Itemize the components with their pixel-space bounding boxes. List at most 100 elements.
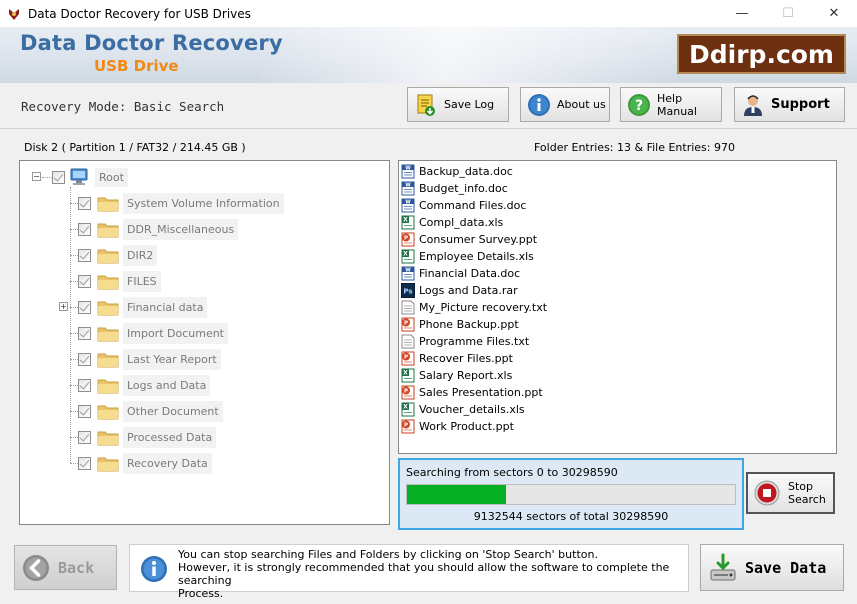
folder-label: Processed Data: [123, 426, 217, 448]
file-list-item[interactable]: P Consumer Survey.ppt: [401, 231, 537, 248]
info-message-line1: You can stop searching Files and Folders…: [178, 548, 598, 561]
folder-checkbox[interactable]: [78, 248, 91, 262]
file-name: My_Picture recovery.txt: [419, 301, 548, 314]
folder-checkbox[interactable]: [78, 222, 91, 236]
save-data-label: Save Data: [745, 558, 827, 577]
folder-checkbox[interactable]: [78, 300, 91, 314]
file-list-item[interactable]: W Command Files.doc: [401, 197, 526, 214]
file-name: Logs and Data.rar: [419, 284, 518, 297]
stop-label-line1: Stop: [788, 480, 814, 493]
folder-checkbox[interactable]: [78, 378, 91, 392]
tree-folder-item[interactable]: Import Document: [78, 321, 228, 345]
ppt-file-icon: P: [401, 351, 415, 366]
folder-expand-toggle[interactable]: +: [59, 302, 68, 311]
folder-checkbox[interactable]: [78, 456, 91, 470]
doc-file-icon: W: [401, 266, 415, 281]
tree-folder-item[interactable]: DIR2: [78, 243, 158, 267]
file-name: Voucher_details.xls: [419, 403, 525, 416]
tree-folder-item[interactable]: Processed Data: [78, 425, 217, 449]
file-list-item[interactable]: Ps Logs and Data.rar: [401, 282, 518, 299]
save-log-label: Save Log: [444, 98, 495, 111]
file-list-item[interactable]: P Work Product.ppt: [401, 418, 514, 435]
file-list-item[interactable]: X Voucher_details.xls: [401, 401, 525, 418]
file-list-item[interactable]: X Salary Report.xls: [401, 367, 512, 384]
back-button[interactable]: Back: [14, 545, 117, 590]
info-message-line3: Process.: [178, 587, 224, 600]
info-message-line2: However, it is strongly recommended that…: [178, 561, 670, 587]
file-list-item[interactable]: My_Picture recovery.txt: [401, 299, 547, 316]
folder-icon: [97, 301, 119, 315]
file-list-item[interactable]: Programme Files.txt: [401, 333, 529, 350]
file-name: Salary Report.xls: [419, 369, 513, 382]
svg-text:P: P: [404, 355, 408, 361]
file-name: Work Product.ppt: [419, 420, 514, 433]
file-name: Consumer Survey.ppt: [419, 233, 538, 246]
tree-folder-item[interactable]: Last Year Report: [78, 347, 221, 371]
title-bar: Data Doctor Recovery for USB Drives — ☐ …: [0, 0, 857, 27]
folder-icon: [97, 431, 119, 445]
search-progress-fill: [407, 485, 506, 504]
svg-text:P: P: [404, 236, 408, 242]
doc-file-icon: W: [401, 198, 415, 213]
folder-checkbox[interactable]: [78, 274, 91, 288]
file-list-item[interactable]: W Backup_data.doc: [401, 163, 513, 180]
file-list-item[interactable]: P Sales Presentation.ppt: [401, 384, 543, 401]
back-arrow-icon: [23, 554, 49, 581]
folder-icon: [97, 457, 119, 471]
save-log-button[interactable]: Save Log: [407, 87, 509, 122]
about-us-button[interactable]: About us: [520, 87, 610, 122]
folder-checkbox[interactable]: [78, 196, 91, 210]
minimize-button[interactable]: —: [719, 0, 765, 27]
back-label: Back: [58, 558, 95, 577]
tree-folder-item[interactable]: System Volume Information: [78, 191, 284, 215]
file-name: Compl_data.xls: [419, 216, 504, 229]
tree-root[interactable]: Root: [52, 165, 128, 189]
file-list-item[interactable]: W Budget_info.doc: [401, 180, 508, 197]
header-banner: Data Doctor Recovery USB Drive Ddirp.com: [0, 27, 857, 83]
support-button[interactable]: Support: [734, 87, 845, 122]
file-name: Sales Presentation.ppt: [419, 386, 543, 399]
svg-text:X: X: [403, 251, 408, 258]
folder-checkbox[interactable]: [78, 326, 91, 340]
file-list[interactable]: W Backup_data.doc W Budget_info.doc W Command…: [398, 160, 837, 454]
tree-folder-item[interactable]: Recovery Data: [78, 451, 212, 475]
close-button[interactable]: ✕: [811, 0, 857, 27]
logo-text: Ddirp.com: [689, 39, 834, 69]
file-name: Recover Files.ppt: [419, 352, 513, 365]
svg-text:W: W: [405, 182, 411, 188]
folder-checkbox[interactable]: [78, 430, 91, 444]
folder-label: Recovery Data: [123, 452, 212, 474]
maximize-button[interactable]: ☐: [765, 0, 811, 27]
tree-folder-item[interactable]: Logs and Data: [78, 373, 211, 397]
root-checkbox[interactable]: [52, 170, 65, 184]
folder-tree[interactable]: − Root System Volume Information DDR_Misc…: [19, 160, 390, 525]
folder-icon: [97, 327, 119, 341]
search-progress-text: Searching from sectors 0 to 30298590: [406, 466, 618, 479]
folder-icon: [97, 275, 119, 289]
help-manual-button[interactable]: ? Help Manual: [620, 87, 722, 122]
tree-folder-item[interactable]: Financial data: [78, 295, 208, 319]
save-data-button[interactable]: Save Data: [700, 544, 844, 591]
tree-folder-item[interactable]: DDR_Miscellaneous: [78, 217, 239, 241]
folder-checkbox[interactable]: [78, 404, 91, 418]
svg-text:W: W: [405, 199, 411, 205]
help-manual-label: Help Manual: [657, 91, 697, 118]
file-list-item[interactable]: W Financial Data.doc: [401, 265, 520, 282]
folder-checkbox[interactable]: [78, 352, 91, 366]
stop-label-line2: Search: [788, 493, 826, 506]
file-list-item[interactable]: X Employee Details.xls: [401, 248, 534, 265]
tree-folder-item[interactable]: Other Document: [78, 399, 223, 423]
drive-icon: [70, 168, 88, 185]
info-message-box: You can stop searching Files and Folders…: [129, 544, 689, 600]
stop-search-button[interactable]: Stop Search: [746, 472, 835, 514]
tree-folder-item[interactable]: FILES: [78, 269, 161, 293]
folder-label: Financial data: [123, 296, 208, 318]
root-collapse-toggle[interactable]: −: [32, 172, 41, 181]
file-list-item[interactable]: X Compl_data.xls: [401, 214, 503, 231]
txt-file-icon: [401, 300, 415, 315]
support-label: Support: [771, 97, 830, 112]
svg-text:Ps: Ps: [403, 288, 412, 296]
folder-label: DDR_Miscellaneous: [123, 218, 239, 240]
file-list-item[interactable]: P Recover Files.ppt: [401, 350, 513, 367]
file-list-item[interactable]: P Phone Backup.ppt: [401, 316, 519, 333]
